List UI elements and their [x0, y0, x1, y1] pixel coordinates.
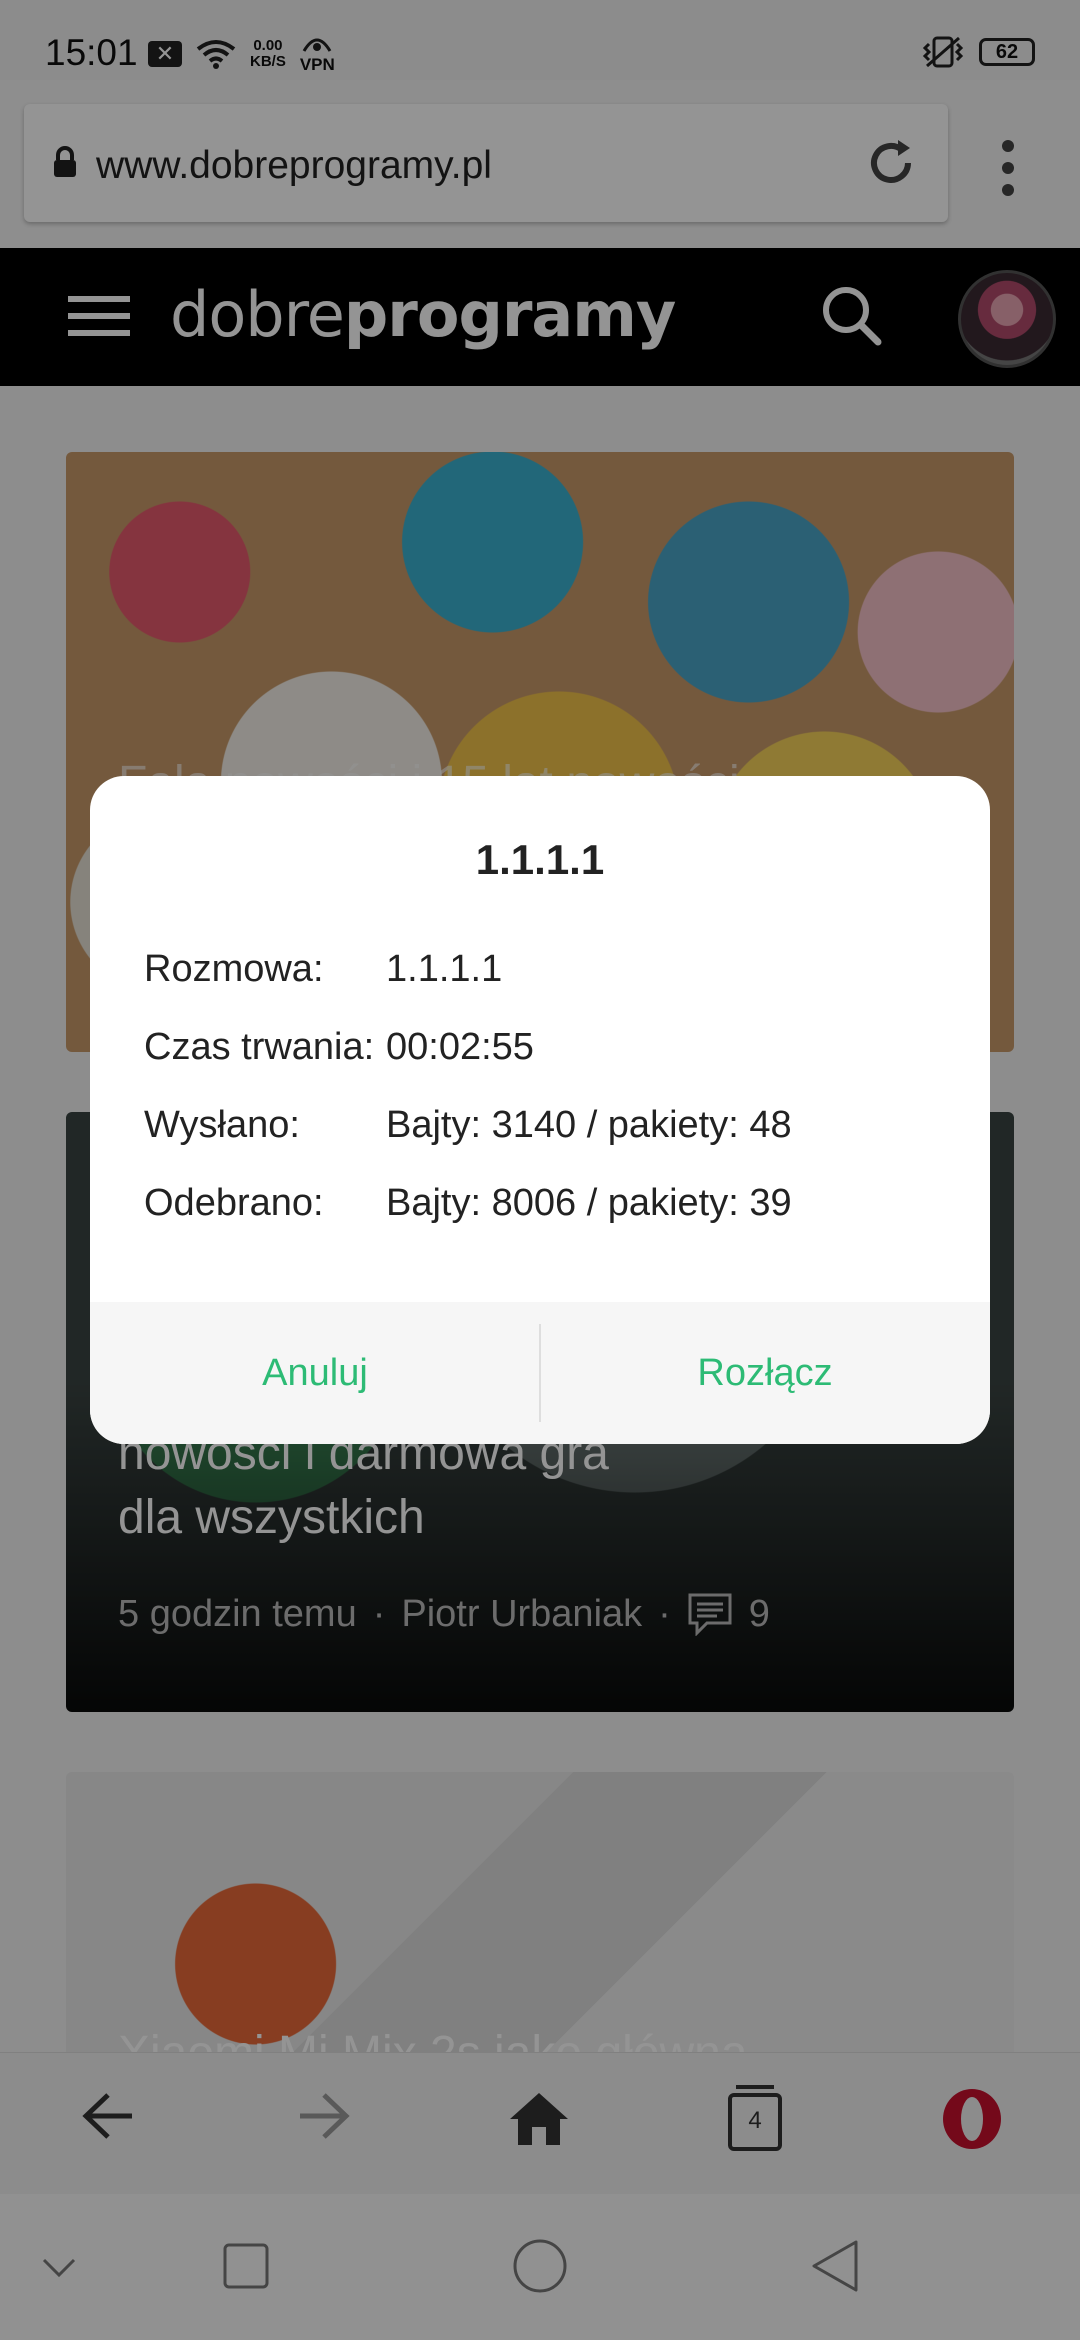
row-value: 00:02:55 — [386, 1026, 534, 1068]
vpn-status-dialog: 1.1.1.1 Rozmowa: 1.1.1.1 Czas trwania: 0… — [90, 776, 990, 1444]
dialog-title: 1.1.1.1 — [475, 836, 605, 883]
row-label: Wysłano: — [144, 1104, 300, 1146]
row-label: Rozmowa: — [144, 948, 324, 990]
row-value: Bajty: 3140 / pakiety: 48 — [386, 1104, 792, 1146]
dialog-footer: Anuluj Rozłącz — [90, 1302, 990, 1444]
disconnect-button[interactable]: Rozłącz — [540, 1302, 990, 1444]
row-value: 1.1.1.1 — [386, 948, 503, 990]
row-value: Bajty: 8006 / pakiety: 39 — [386, 1182, 792, 1224]
row-label: Odebrano: — [144, 1182, 324, 1224]
cancel-button[interactable]: Anuluj — [90, 1302, 540, 1444]
row-label: Czas trwania: — [144, 1026, 375, 1068]
